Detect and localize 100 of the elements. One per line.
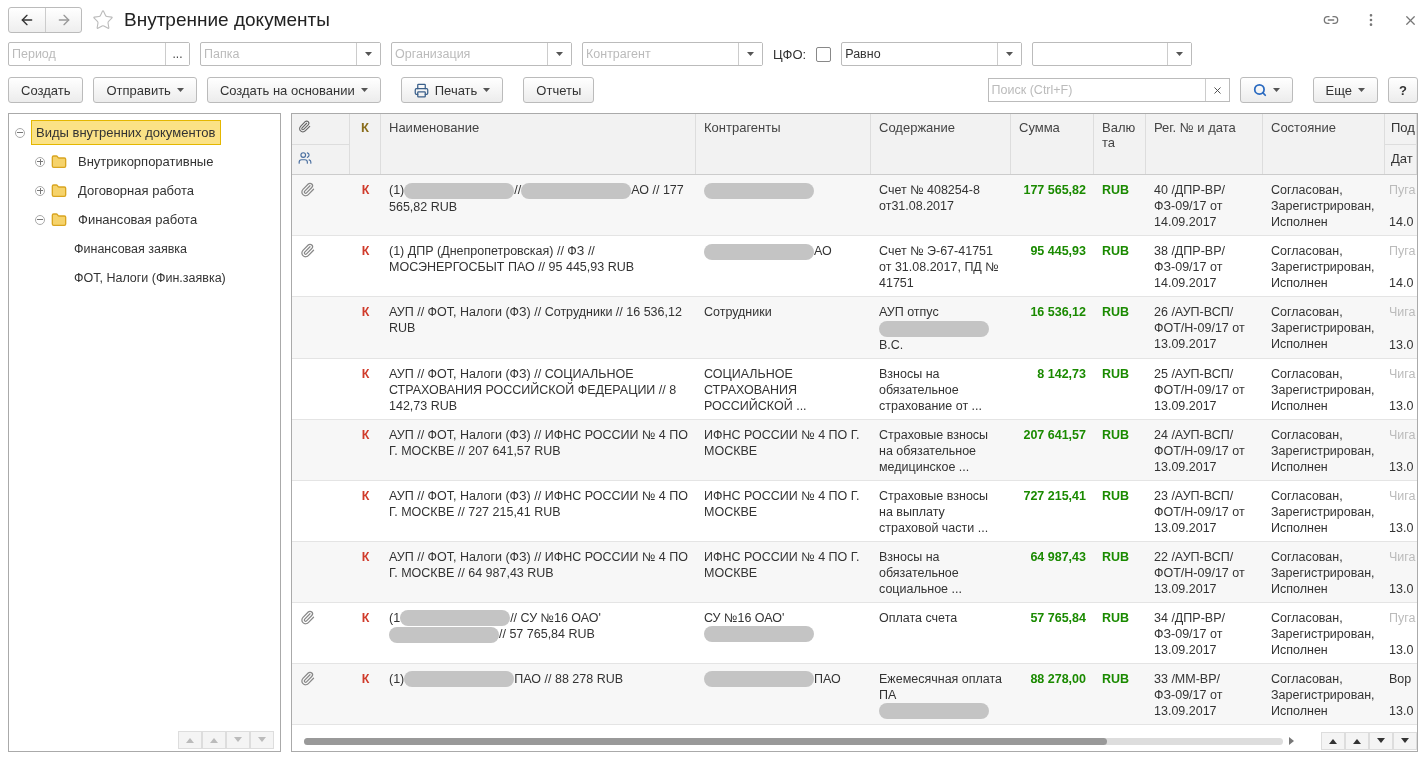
table-cell-text: 13.0 — [1389, 336, 1415, 353]
table-cell-text: 25 /АУП-ВСП/ ФОТ/Н-09/17 от 13.09.2017 — [1153, 365, 1246, 414]
table-cell-text: 57 765,84 — [1029, 609, 1087, 627]
k-mark: К — [360, 304, 371, 321]
triangle-icon — [1353, 738, 1361, 744]
table-cell-text: RUB — [1101, 243, 1131, 260]
select-button[interactable]: ... — [165, 43, 189, 65]
tree-item[interactable]: Договорная работа — [73, 178, 200, 203]
table-cell-text: (1) ПАО // 88 278 RUB — [388, 670, 625, 690]
caret-icon — [365, 52, 372, 56]
tree-item[interactable]: Финансовая заявка — [69, 236, 193, 261]
toolbar-button[interactable]: Отправить — [93, 77, 197, 103]
table-cell: АУП отпус В.С. — [871, 304, 1011, 353]
table-cell: Чига — [1389, 426, 1417, 443]
table-cell-text: 34 /ДПР-ВР/ ФЗ-09/17 от 13.09.2017 — [1153, 609, 1226, 658]
table-cell-text: АУП // ФОТ, Налоги (ФЗ) // ИФНС РОССИИ № 4 ПО Г. МОСКВЕ // 64 987,43 RUB — [388, 548, 689, 582]
k-mark: К — [360, 609, 371, 627]
table-cell-text: 13.0 — [1389, 519, 1415, 536]
table-cell-text: Согласован, Зарегистрирован, Исполнен — [1270, 304, 1376, 353]
column-header[interactable]: К — [350, 114, 381, 174]
table-cell-text: 64 987,43 — [1029, 548, 1087, 566]
table-cell-text: RUB — [1101, 548, 1131, 566]
k-mark: К — [360, 548, 371, 566]
table-cell-text: RUB — [1101, 609, 1131, 627]
table-cell-text: ИФНС РОССИИ № 4 ПО Г. МОСКВЕ — [703, 548, 861, 582]
table-cell-text: RUB — [1101, 487, 1131, 505]
table-cell-text: Оплата счета — [878, 609, 959, 627]
search-icon — [1252, 83, 1267, 97]
table-cell-text: 24 /АУП-ВСП/ ФОТ/Н-09/17 от 13.09.2017 — [1153, 426, 1246, 475]
table-cell-text: СОЦИАЛЬНОЕ СТРАХОВАНИЯ РОССИЙСКОЙ ... — [703, 365, 808, 414]
table-cell-text: 26 /АУП-ВСП/ ФОТ/Н-09/17 от 13.09.2017 — [1153, 304, 1246, 353]
table-cell-text: Взносы на обязательное страхование от ... — [878, 365, 983, 414]
table-cell-text: 95 445,93 — [1029, 243, 1087, 260]
scrollbar[interactable] — [304, 737, 1283, 745]
tree-item[interactable]: ФОТ, Налоги (Фин.заявка) — [69, 265, 231, 290]
table-cell-text: ИФНС РОССИИ № 4 ПО Г. МОСКВЕ — [703, 426, 861, 460]
table-cell-text: Согласован, Зарегистрирован, Исполнен — [1270, 548, 1376, 597]
search-button[interactable] — [1239, 77, 1293, 103]
toolbar-button[interactable]: Печать — [400, 77, 504, 103]
pager-button[interactable] — [1345, 732, 1369, 750]
table-cell-text: 13.0 — [1389, 580, 1415, 597]
column-header[interactable]: Валюта — [1094, 114, 1146, 174]
toolbar-button[interactable]: Создать на основании — [206, 77, 381, 103]
column-header[interactable]: Рег. № и дата — [1146, 114, 1263, 174]
cfo-checkbox[interactable] — [816, 46, 832, 62]
column-header[interactable]: Дат — [1385, 144, 1416, 174]
table-cell-text: Согласован, Зарегистрирован, Исполнен — [1270, 609, 1376, 658]
table-cell: Чига — [1389, 548, 1417, 565]
table-cell: АО — [696, 243, 871, 291]
table-cell-text: RUB — [1101, 426, 1131, 444]
k-mark: К — [360, 182, 371, 199]
clear-icon[interactable] — [1211, 84, 1223, 96]
toolbar-button[interactable]: Создать — [8, 77, 84, 103]
table-cell-text: RUB — [1101, 365, 1131, 383]
pager-button[interactable] — [1369, 732, 1393, 750]
period-field[interactable]: Период ... — [8, 42, 190, 66]
triangle-icon — [1401, 738, 1409, 744]
table-cell-text: Сотрудники — [703, 304, 773, 321]
expand-toggle[interactable] — [35, 156, 45, 167]
k-mark: К — [360, 670, 371, 688]
star-icon[interactable] — [92, 9, 114, 31]
printer-icon — [413, 82, 429, 98]
column-header[interactable]: Под — [1385, 114, 1416, 144]
expand-toggle[interactable] — [35, 185, 45, 196]
help-button[interactable]: ? — [1388, 77, 1418, 103]
folder-icon — [51, 153, 67, 170]
table-cell-text: АУП // ФОТ, Налоги (ФЗ) // СОЦИАЛЬНОЕ СТРАХОВАНИЯ РОССИЙСКОЙ ФЕДЕРАЦИИ // 8 142,73 RUB — [388, 365, 678, 414]
scroll-right-icon[interactable] — [1289, 737, 1295, 745]
table-cell-text: 8 142,73 — [1036, 365, 1087, 383]
table-cell-text: АУП // ФОТ, Налоги (ФЗ) // ИФНС РОССИИ № 4 ПО Г. МОСКВЕ // 207 641,57 RUB — [388, 426, 689, 460]
table-cell-text: 38 /ДПР-ВР/ ФЗ-09/17 от 14.09.2017 — [1153, 243, 1226, 291]
column-header[interactable]: Содержание — [871, 114, 1011, 174]
triangle-icon — [186, 737, 194, 743]
condition-dropdown[interactable]: Равно — [841, 42, 1023, 66]
column-header[interactable]: Состояние — [1263, 114, 1385, 174]
triangle-icon — [1329, 738, 1337, 744]
paperclip-icon — [298, 120, 311, 133]
table-cell-text: 177 565,82 — [1022, 182, 1087, 199]
pager-button[interactable] — [1393, 732, 1417, 750]
window-title: Внутренние документы — [124, 9, 331, 31]
tree-item[interactable]: Внутрикорпоративные — [73, 149, 219, 174]
table-cell-text: Согласован, Зарегистрирован, Исполнен — [1270, 182, 1376, 230]
pager-button[interactable] — [1321, 732, 1345, 750]
table-cell-text: Согласован, Зарегистрирован, Исполнен — [1270, 243, 1376, 291]
table-cell-text: Согласован, Зарегистрирован, Исполнен — [1270, 426, 1376, 475]
more-button[interactable]: Еще — [1312, 77, 1379, 103]
column-header[interactable]: Наименование — [381, 114, 696, 174]
table-cell: Чига — [1389, 304, 1417, 320]
table-cell-text: Страховые взносы на обязательное медицинское ... — [878, 426, 990, 475]
table-cell-text: АУП // ФОТ, Налоги (ФЗ) // ИФНС РОССИИ № 4 ПО Г. МОСКВЕ // 727 215,41 RUB — [388, 487, 689, 521]
tree-item[interactable]: Виды внутренних документов — [31, 120, 221, 145]
table-cell-text: 88 278,00 — [1029, 670, 1087, 688]
table-cell-text: 207 641,57 — [1022, 426, 1087, 444]
column-header[interactable]: Контрагенты — [696, 114, 871, 174]
table-cell: Пуга — [1389, 609, 1417, 626]
column-header[interactable]: Сумма — [1011, 114, 1094, 174]
toolbar-button[interactable]: Отчеты — [523, 77, 595, 103]
arrow-left-icon — [19, 12, 35, 28]
tree-item[interactable]: Финансовая работа — [73, 207, 203, 232]
table-cell-text: 13.0 — [1389, 641, 1415, 658]
